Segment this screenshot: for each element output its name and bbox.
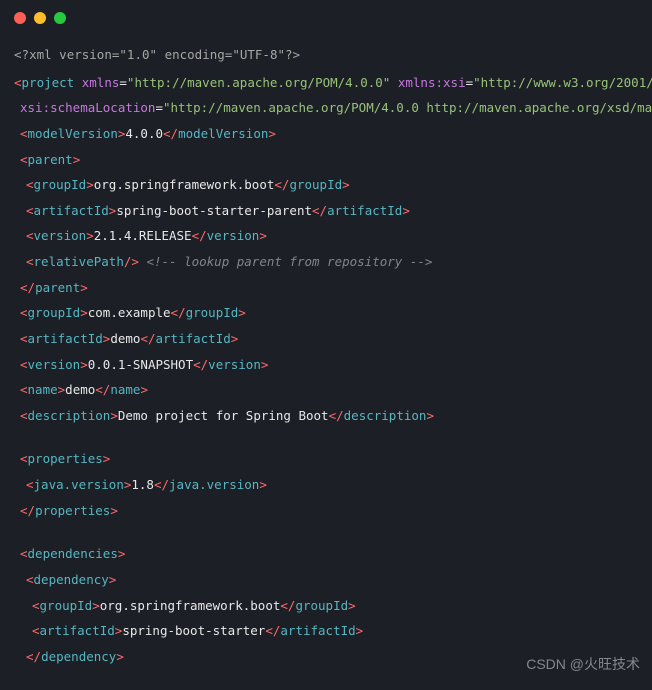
- xml-declaration: <?xml version="1.0" encoding="UTF-8"?>: [14, 42, 638, 68]
- window-controls: [14, 12, 66, 24]
- code-block: <?xml version="1.0" encoding="UTF-8"?> <…: [0, 0, 652, 683]
- parent-open: <parent>: [14, 147, 638, 173]
- dependency-open: <dependency>: [14, 567, 638, 593]
- groupid: <groupId>com.example</groupId>: [14, 300, 638, 326]
- properties-open: <properties>: [14, 446, 638, 472]
- dep-groupid: <groupId>org.springframework.boot</group…: [14, 593, 638, 619]
- artifactid: <artifactId>demo</artifactId>: [14, 326, 638, 352]
- minimize-icon[interactable]: [34, 12, 46, 24]
- watermark: CSDN @火旺技术: [526, 654, 640, 674]
- schema-location-attr: xsi:schemaLocation="http://maven.apache.…: [14, 95, 638, 121]
- relative-path: <relativePath/> <!-- lookup parent from …: [14, 249, 638, 275]
- maximize-icon[interactable]: [54, 12, 66, 24]
- close-icon[interactable]: [14, 12, 26, 24]
- version: <version>0.0.1-SNAPSHOT</version>: [14, 352, 638, 378]
- parent-version: <version>2.1.4.RELEASE</version>: [14, 223, 638, 249]
- java-version: <java.version>1.8</java.version>: [14, 472, 638, 498]
- parent-close: </parent>: [14, 275, 638, 301]
- properties-close: </properties>: [14, 498, 638, 524]
- description: <description>Demo project for Spring Boo…: [14, 403, 638, 429]
- dependencies-open: <dependencies>: [14, 541, 638, 567]
- dep-artifactid: <artifactId>spring-boot-starter</artifac…: [14, 618, 638, 644]
- name: <name>demo</name>: [14, 377, 638, 403]
- model-version: <modelVersion>4.0.0</modelVersion>: [14, 121, 638, 147]
- project-open-tag: <project xmlns="http://maven.apache.org/…: [14, 70, 638, 96]
- parent-artifactid: <artifactId>spring-boot-starter-parent</…: [14, 198, 638, 224]
- parent-groupid: <groupId>org.springframework.boot</group…: [14, 172, 638, 198]
